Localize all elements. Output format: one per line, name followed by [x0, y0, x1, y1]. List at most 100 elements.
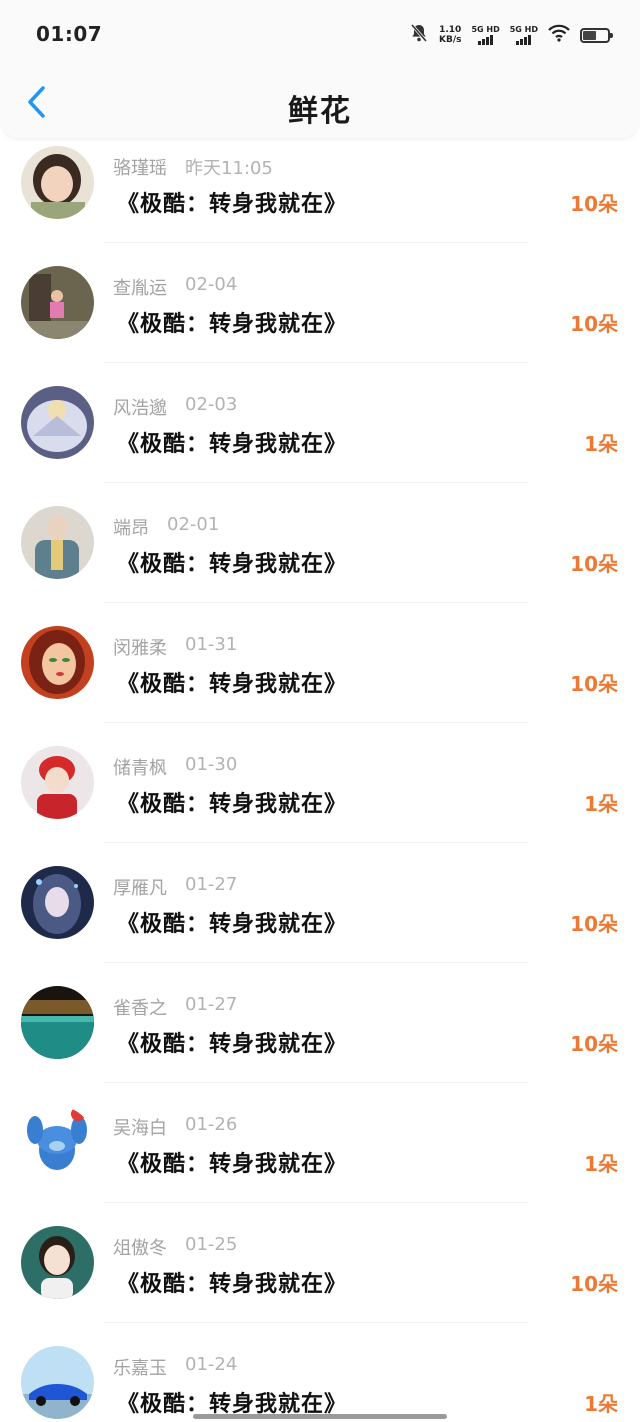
meta: 雀香之 01-27: [113, 994, 237, 1020]
sim1-signal: 5G HD: [471, 25, 500, 45]
book-title: 《极酷：转身我就在》: [117, 1032, 348, 1057]
user-name: 查胤运: [113, 278, 167, 299]
date: 01-27: [185, 874, 238, 895]
divider: [104, 242, 528, 243]
list-item[interactable]: 厚雁凡 01-27 《极酷：转身我就在》 10朵: [0, 858, 640, 978]
user-name: 乐嘉玉: [113, 1358, 167, 1379]
date: 02-03: [185, 394, 238, 415]
meta: 查胤运 02-04: [113, 274, 237, 300]
meta: 储青枫 01-30: [113, 754, 237, 780]
flower-count: 10朵: [570, 1272, 618, 1296]
book-title: 《极酷：转身我就在》: [117, 192, 348, 217]
avatar[interactable]: [21, 386, 94, 459]
book-title: 《极酷：转身我就在》: [117, 1152, 348, 1177]
user-name: 端昂: [113, 518, 149, 539]
flower-count: 1朵: [584, 432, 618, 456]
book-title: 《极酷：转身我就在》: [117, 912, 348, 937]
flower-count: 10朵: [570, 912, 618, 936]
book-title: 《极酷：转身我就在》: [117, 672, 348, 697]
list-item[interactable]: 查胤运 02-04 《极酷：转身我就在》 10朵: [0, 258, 640, 378]
book-title: 《极酷：转身我就在》: [117, 792, 348, 817]
net-speed-value: 1.10: [439, 25, 462, 35]
meta: 俎傲冬 01-25: [113, 1234, 237, 1260]
avatar[interactable]: [21, 1226, 94, 1299]
avatar[interactable]: [21, 986, 94, 1059]
date: 01-31: [185, 634, 238, 655]
user-name: 骆瑾瑶: [113, 158, 167, 179]
avatar[interactable]: [21, 146, 94, 219]
divider: [104, 1202, 528, 1203]
sim1-label: 5G HD: [471, 25, 500, 34]
meta: 厚雁凡 01-27: [113, 874, 237, 900]
avatar[interactable]: [21, 506, 94, 579]
list-item[interactable]: 骆瑾瑶 昨天11:05 《极酷：转身我就在》 10朵: [0, 138, 640, 258]
net-speed: 1.10 KB/s: [439, 25, 461, 45]
flower-count: 10朵: [570, 672, 618, 696]
home-indicator[interactable]: [193, 1414, 447, 1419]
avatar[interactable]: [21, 866, 94, 939]
flower-count: 10朵: [570, 552, 618, 576]
user-name: 风浩邈: [113, 398, 167, 419]
list-item[interactable]: 闵雅柔 01-31 《极酷：转身我就在》 10朵: [0, 618, 640, 738]
flower-count: 10朵: [570, 1032, 618, 1056]
bell-muted-icon: [409, 23, 429, 47]
book-title: 《极酷：转身我就在》: [117, 552, 348, 577]
user-name: 闵雅柔: [113, 638, 167, 659]
status-bar: 01:07 1.10 KB/s 5G HD 5G HD: [0, 0, 640, 70]
avatar[interactable]: [21, 1346, 94, 1419]
date: 01-30: [185, 754, 238, 775]
flower-count: 10朵: [570, 312, 618, 336]
flower-list: 骆瑾瑶 昨天11:05 《极酷：转身我就在》 10朵 查胤运 02-04 《极酷…: [0, 138, 640, 1422]
user-name: 俎傲冬: [113, 1238, 167, 1259]
date: 02-04: [185, 274, 238, 295]
signal-bars-icon: [516, 35, 532, 45]
divider: [104, 482, 528, 483]
avatar[interactable]: [21, 1106, 94, 1179]
meta: 乐嘉玉 01-24: [113, 1354, 237, 1380]
meta: 吴海白 01-26: [113, 1114, 237, 1140]
divider: [104, 602, 528, 603]
user-name: 吴海白: [113, 1118, 167, 1139]
meta: 风浩邈 02-03: [113, 394, 237, 420]
list-item[interactable]: 吴海白 01-26 《极酷：转身我就在》 1朵: [0, 1098, 640, 1218]
list-item[interactable]: 乐嘉玉 01-24 《极酷：转身我就在》 1朵: [0, 1338, 640, 1422]
book-title: 《极酷：转身我就在》: [117, 312, 348, 337]
page-title: 鲜花: [288, 94, 352, 129]
wifi-icon: [548, 24, 570, 46]
divider: [104, 722, 528, 723]
sim2-signal: 5G HD: [510, 25, 538, 45]
avatar[interactable]: [21, 266, 94, 339]
user-name: 储青枫: [113, 758, 167, 779]
book-title: 《极酷：转身我就在》: [117, 432, 348, 457]
date: 01-25: [185, 1234, 238, 1255]
flower-count: 1朵: [584, 792, 618, 816]
user-name: 雀香之: [113, 998, 167, 1019]
flower-count: 1朵: [584, 1152, 618, 1176]
divider: [104, 1082, 528, 1083]
status-time: 01:07: [36, 22, 103, 46]
list-item[interactable]: 储青枫 01-30 《极酷：转身我就在》 1朵: [0, 738, 640, 858]
status-icons: 1.10 KB/s 5G HD 5G HD: [409, 22, 613, 48]
list-item[interactable]: 风浩邈 02-03 《极酷：转身我就在》 1朵: [0, 378, 640, 498]
date: 02-01: [167, 514, 220, 535]
list-item[interactable]: 雀香之 01-27 《极酷：转身我就在》 10朵: [0, 978, 640, 1098]
meta: 闵雅柔 01-31: [113, 634, 237, 660]
book-title: 《极酷：转身我就在》: [117, 1272, 348, 1297]
divider: [104, 1322, 528, 1323]
avatar[interactable]: [21, 626, 94, 699]
user-name: 厚雁凡: [113, 878, 167, 899]
avatar[interactable]: [21, 746, 94, 819]
date: 01-26: [185, 1114, 238, 1135]
divider: [104, 842, 528, 843]
flower-count: 10朵: [570, 192, 618, 216]
divider: [104, 362, 528, 363]
signal-bars-icon: [478, 35, 494, 45]
date: 昨天11:05: [185, 158, 273, 179]
list-item[interactable]: 俎傲冬 01-25 《极酷：转身我就在》 10朵: [0, 1218, 640, 1338]
net-speed-unit: KB/s: [438, 35, 462, 45]
meta: 骆瑾瑶 昨天11:05: [113, 154, 273, 180]
date: 01-27: [185, 994, 238, 1015]
divider: [104, 962, 528, 963]
meta: 端昂 02-01: [113, 514, 219, 540]
list-item[interactable]: 端昂 02-01 《极酷：转身我就在》 10朵: [0, 498, 640, 618]
